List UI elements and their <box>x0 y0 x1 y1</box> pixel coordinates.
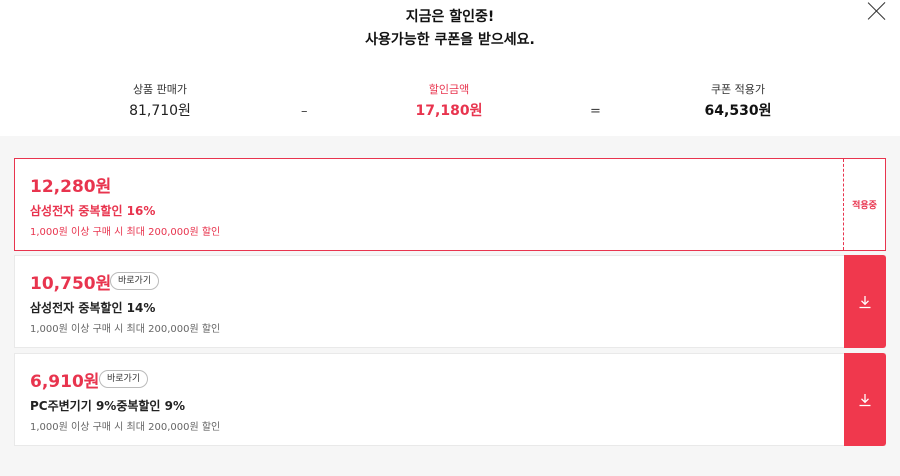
equals-sign: = <box>590 104 601 119</box>
coupon-name: 삼성전자 중복할인 16% <box>30 204 156 218</box>
final-price-label: 쿠폰 적용가 <box>710 83 766 96</box>
page-title: 지금은 할인중! 사용가능한 쿠폰을 받으세요. <box>0 6 900 52</box>
discount-amount-label: 할인금액 <box>428 83 470 96</box>
title-line-1: 지금은 할인중! <box>405 9 495 25</box>
coupon-amount: 12,280원 <box>30 177 112 197</box>
final-price: 쿠폰 적용가 64,530원 <box>638 82 838 120</box>
original-price: 상품 판매가 81,710원 <box>60 82 260 120</box>
coupon-name: 삼성전자 중복할인 14% <box>30 301 156 315</box>
coupon-condition: 1,000원 이상 구매 시 최대 200,000원 할인 <box>30 227 221 238</box>
download-icon <box>859 295 871 308</box>
original-price-value: 81,710원 <box>129 103 191 119</box>
discount-amount: 할인금액 17,180원 <box>349 82 549 120</box>
goto-button[interactable]: 바로가기 <box>110 272 160 290</box>
original-price-label: 상품 판매가 <box>132 83 188 96</box>
coupon-condition: 1,000원 이상 구매 시 최대 200,000원 할인 <box>30 422 221 433</box>
goto-button[interactable]: 바로가기 <box>99 370 149 388</box>
minus-sign: – <box>301 104 308 119</box>
coupon-condition: 1,000원 이상 구매 시 최대 200,000원 할인 <box>30 324 221 335</box>
download-coupon-button[interactable] <box>844 353 886 446</box>
coupon-list: 12,280원 삼성전자 중복할인 16% 1,000원 이상 구매 시 최대 … <box>0 136 900 476</box>
coupon-amount: 10,750원 <box>30 274 112 294</box>
download-coupon-button[interactable] <box>844 255 886 348</box>
applied-badge: 적용중 <box>843 159 885 250</box>
coupon-item: 6,910원 바로가기 PC주변기기 9%중복할인 9% 1,000원 이상 구… <box>14 353 886 446</box>
final-price-value: 64,530원 <box>704 103 772 119</box>
download-icon <box>859 393 871 406</box>
close-icon[interactable] <box>866 0 888 22</box>
discount-amount-value: 17,180원 <box>415 103 483 119</box>
coupon-item: 10,750원 바로가기 삼성전자 중복할인 14% 1,000원 이상 구매 … <box>14 255 886 348</box>
coupon-amount: 6,910원 <box>30 372 100 392</box>
coupon-header: 지금은 할인중! 사용가능한 쿠폰을 받으세요. 상품 판매가 81,710원 … <box>0 0 900 136</box>
title-line-2: 사용가능한 쿠폰을 받으세요. <box>365 32 535 48</box>
coupon-item-applied: 12,280원 삼성전자 중복할인 16% 1,000원 이상 구매 시 최대 … <box>14 158 886 251</box>
coupon-name: PC주변기기 9%중복할인 9% <box>30 399 186 413</box>
